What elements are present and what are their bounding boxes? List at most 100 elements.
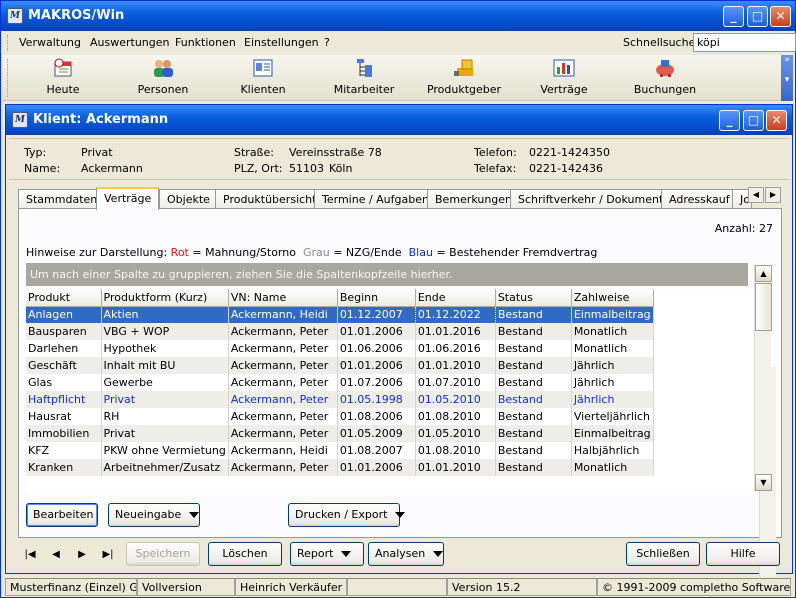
delete-button[interactable]: Löschen xyxy=(208,542,282,566)
first-record-icon[interactable]: |◀ xyxy=(22,547,38,563)
table-cell: 01.01.2010 xyxy=(415,459,496,476)
table-row[interactable]: KFZ PKW ohne Vermietung Ackermann, Heidi 01… xyxy=(26,442,654,459)
toolbar-klienten[interactable]: Klienten xyxy=(213,58,313,96)
table-cell: Bestand xyxy=(495,408,572,425)
column-header[interactable]: Produkt xyxy=(26,289,102,307)
status-copyright: © 1991-2009 completho Software G xyxy=(597,578,791,596)
table-cell: PKW ohne Vermietung xyxy=(101,442,229,459)
chevron-down-icon xyxy=(341,551,352,557)
column-header[interactable]: Beginn xyxy=(337,289,416,307)
prev-record-icon[interactable]: ◀ xyxy=(48,547,64,563)
table-cell: Hausrat xyxy=(26,408,102,425)
tab-scroll-left-icon[interactable]: ◀ xyxy=(748,187,764,203)
grid-scrollbar[interactable]: ▲ ▼ xyxy=(754,265,772,491)
tab-stammdaten[interactable]: Stammdaten xyxy=(18,189,106,209)
table-row[interactable]: Bausparen VBG + WOP Ackermann, Peter 01.01.… xyxy=(26,323,654,340)
menu-funktionen[interactable]: Funktionen xyxy=(175,36,236,49)
toolbar-produktgeber[interactable]: Produktgeber xyxy=(414,58,514,96)
chevron-down-icon xyxy=(395,512,406,518)
app-title: MAKROS/Win xyxy=(28,8,125,23)
table-cell: 01.01.2006 xyxy=(337,357,416,374)
tab-scroll-right-icon[interactable]: ▶ xyxy=(765,187,781,203)
column-header[interactable]: Zahlweise xyxy=(571,289,654,307)
menu-auswertungen[interactable]: Auswertungen xyxy=(90,36,170,49)
client-titlebar[interactable]: M Klient: Ackermann _ □ ✕ xyxy=(6,105,792,135)
tab-produktuebersicht[interactable]: Produktübersicht xyxy=(215,189,325,209)
new-entry-button[interactable]: Neueingabe xyxy=(108,503,200,527)
menubar-grip[interactable] xyxy=(7,35,10,51)
table-cell: 01.05.2010 xyxy=(415,425,496,442)
tab-schriftverkehr[interactable]: Schriftverkehr / Dokumente xyxy=(510,189,679,209)
table-row[interactable]: Darlehen Hypothek Ackermann, Peter 01.06.20… xyxy=(26,340,654,357)
status-user: Heinrich Verkäufer xyxy=(235,578,347,596)
menu-verwaltung[interactable]: Verwaltung xyxy=(19,36,81,49)
toolbar-label: Heute xyxy=(46,83,80,96)
minimize-button[interactable]: _ xyxy=(723,6,744,27)
tab-vertraege[interactable]: Verträge xyxy=(96,187,160,210)
status-bar: Musterfinanz (Einzel) Gmb Vollversion He… xyxy=(3,577,793,597)
table-cell: 01.07.2010 xyxy=(415,374,496,391)
maximize-button[interactable]: □ xyxy=(747,6,768,27)
client-close-button[interactable]: ✕ xyxy=(766,110,787,131)
close-button[interactable]: ✕ xyxy=(770,6,791,27)
scroll-up-icon[interactable]: ▲ xyxy=(755,265,772,282)
table-cell: KFZ xyxy=(26,442,102,459)
telefax-label: Telefax: xyxy=(474,162,517,175)
main-toolbar: Heute Personen Klienten Mitarbeiter Prod… xyxy=(3,55,793,101)
table-cell: Ackermann, Peter xyxy=(228,391,338,408)
analysen-button[interactable]: Analysen xyxy=(368,542,444,566)
coins-icon xyxy=(453,58,475,78)
table-row[interactable]: Kranken Arbeitnehmer/Zusatz Ackermann, Pet… xyxy=(26,459,654,476)
hint-red-text: = Mahnung/Storno xyxy=(192,246,296,259)
tab-adresskauf[interactable]: Adresskauf xyxy=(661,189,738,209)
toolbar-overflow-icon[interactable]: » ▾ xyxy=(781,55,793,101)
toolbar-vertraege[interactable]: Verträge xyxy=(514,58,614,96)
client-maximize-button[interactable]: □ xyxy=(743,110,764,131)
table-row[interactable]: Anlagen Aktien Ackermann, Heidi 01.12.2007 0… xyxy=(26,305,654,324)
column-header[interactable]: Status xyxy=(495,289,572,307)
table-row[interactable]: Haftpflicht Privat Ackermann, Peter 01.05.1… xyxy=(26,391,654,408)
toolbar-grip[interactable] xyxy=(7,59,10,97)
menu-help[interactable]: ? xyxy=(324,36,330,49)
print-export-button[interactable]: Drucken / Export xyxy=(288,503,406,527)
edit-button[interactable]: Bearbeiten xyxy=(26,503,98,527)
group-by-area[interactable]: Um nach einer Spalte zu gruppieren, zieh… xyxy=(26,263,748,286)
last-record-icon[interactable]: ▶| xyxy=(100,547,116,563)
scroll-down-icon[interactable]: ▼ xyxy=(755,474,772,491)
tab-bemerkungen[interactable]: Bemerkungen xyxy=(427,189,521,209)
telefon-label: Telefon: xyxy=(474,146,517,159)
toolbar-buchungen[interactable]: Buchungen xyxy=(615,58,715,96)
quick-search-input[interactable] xyxy=(693,33,796,52)
toolbar-heute[interactable]: Heute xyxy=(13,58,113,96)
help-button[interactable]: Hilfe xyxy=(706,542,780,566)
toolbar-label: Verträge xyxy=(540,83,588,96)
save-button[interactable]: Speichern xyxy=(126,542,200,566)
table-cell: Ackermann, Peter xyxy=(228,323,338,340)
report-button[interactable]: Report xyxy=(290,542,364,566)
toolbar-personen[interactable]: Personen xyxy=(113,58,213,96)
bar-chart-icon xyxy=(553,58,575,78)
menu-einstellungen[interactable]: Einstellungen xyxy=(244,36,319,49)
scroll-thumb[interactable] xyxy=(755,283,772,331)
column-header[interactable]: Ende xyxy=(415,289,496,307)
table-cell: 01.01.2016 xyxy=(415,323,496,340)
toolbar-mitarbeiter[interactable]: Mitarbeiter xyxy=(314,58,414,96)
hint-red: Rot xyxy=(170,246,189,259)
tab-termine[interactable]: Termine / Aufgaben xyxy=(314,189,437,209)
table-cell: Monatlich xyxy=(571,340,654,357)
tab-objekte[interactable]: Objekte xyxy=(159,189,218,209)
close-client-button[interactable]: Schließen xyxy=(626,542,700,566)
table-cell: Einmalbeitrag xyxy=(571,425,654,442)
table-cell: 01.08.2007 xyxy=(337,442,416,459)
client-minimize-button[interactable]: _ xyxy=(719,110,740,131)
main-titlebar[interactable]: M MAKROS/Win _ □ ✕ xyxy=(1,1,795,31)
table-row[interactable]: Glas Gewerbe Ackermann, Peter 01.07.2006 01.… xyxy=(26,374,654,391)
hint-blue: Blau xyxy=(408,246,433,259)
next-record-icon[interactable]: ▶ xyxy=(74,547,90,563)
table-row[interactable]: Hausrat RH Ackermann, Peter 01.08.2006 01.08… xyxy=(26,408,654,425)
column-header[interactable]: Produktform (Kurz) xyxy=(101,289,229,307)
table-row[interactable]: Geschäft Inhalt mit BU Ackermann, Peter 01.… xyxy=(26,357,654,374)
table-cell: Bestand xyxy=(495,442,572,459)
column-header[interactable]: VN: Name xyxy=(228,289,338,307)
table-row[interactable]: Immobilien Privat Ackermann, Peter 01.05.20… xyxy=(26,425,654,442)
